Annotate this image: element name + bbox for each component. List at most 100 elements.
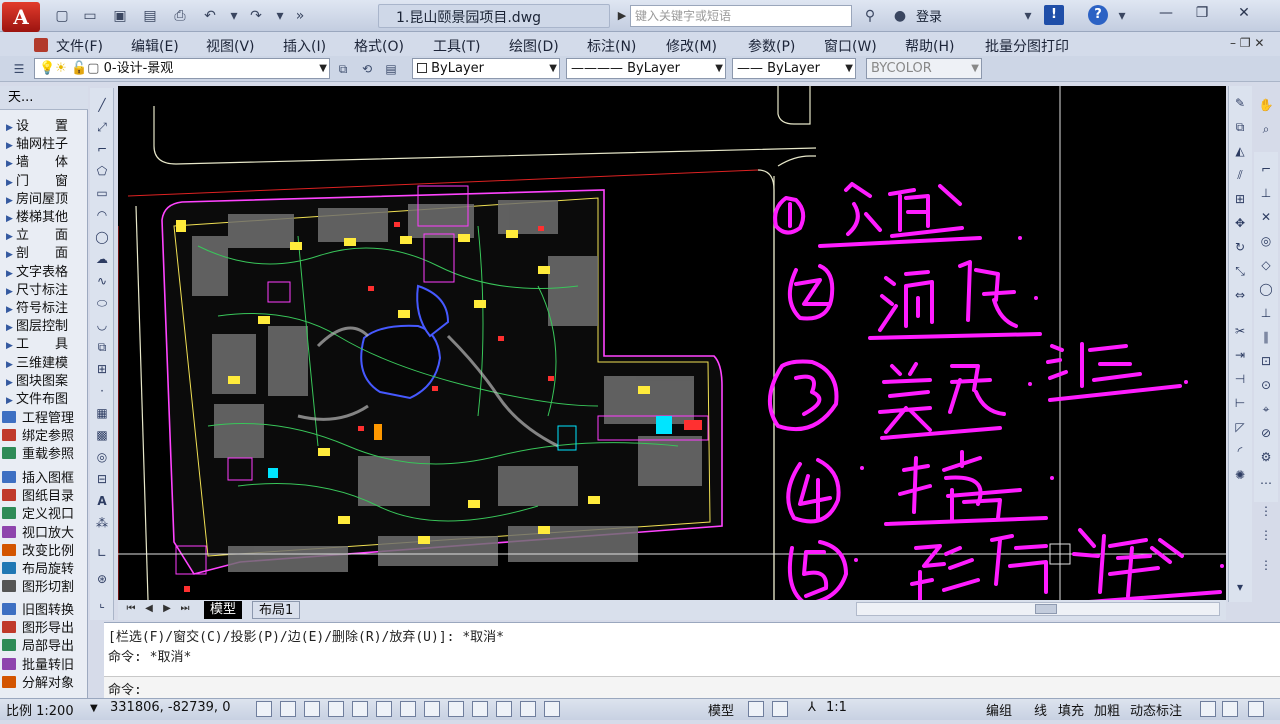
plotstyle-select[interactable]: BYCOLOR ▼ — [866, 58, 982, 79]
array-icon[interactable]: ⊞ — [1231, 190, 1249, 208]
revision-cloud-icon[interactable]: ☁ — [93, 250, 111, 268]
palette-item[interactable]: 改变比例 — [2, 543, 88, 561]
linetype-select[interactable]: ———— ByLayer ▼ — [566, 58, 726, 79]
toolbar-grip-icon-2[interactable]: ⋮ — [1257, 526, 1275, 544]
make-block-icon[interactable]: ⊞ — [93, 360, 111, 378]
snap-parallel-icon[interactable]: ∥ — [1257, 328, 1275, 346]
arc-icon[interactable]: ◠ — [93, 206, 111, 224]
infer-constraints-icon[interactable] — [256, 701, 272, 717]
spline-icon[interactable]: ∿ — [93, 272, 111, 290]
menu-window[interactable]: 窗口(W) — [824, 36, 877, 56]
construction-line-icon[interactable]: ⤢ — [93, 118, 111, 136]
make-current-icon[interactable]: ⧉ — [334, 60, 352, 78]
palette-item[interactable]: ▶ 文件布图 — [2, 391, 88, 409]
rotate-icon[interactable]: ↻ — [1231, 238, 1249, 256]
insert-block-icon[interactable]: ⧉ — [93, 338, 111, 356]
menu-tools[interactable]: 工具(T) — [433, 36, 480, 56]
menu-insert[interactable]: 插入(I) — [283, 36, 326, 56]
ortho-mode-icon[interactable] — [328, 701, 344, 717]
snap-tangent-icon[interactable]: ◯ — [1257, 280, 1275, 298]
annotation-scale-icon[interactable]: ⅄ — [808, 700, 816, 715]
trim-icon[interactable]: ✂ — [1231, 322, 1249, 340]
palette-item[interactable]: ▶ 设 置 — [2, 118, 88, 136]
erase-icon[interactable]: ✎ — [1231, 94, 1249, 112]
table-icon[interactable]: ⊟ — [93, 470, 111, 488]
status-line-toggle[interactable]: 线 — [1034, 700, 1047, 719]
add-selected-icon[interactable]: ⁂ — [93, 514, 111, 532]
status-group-toggle[interactable]: 编组 — [986, 700, 1012, 719]
isolate-objects-icon[interactable] — [1222, 701, 1238, 717]
scroll-thumb[interactable] — [1035, 604, 1057, 614]
palette-item[interactable]: 批量转旧 — [2, 657, 88, 675]
next-tab-icon[interactable]: ▶ — [160, 602, 174, 616]
snap-endpoint-icon[interactable]: ⌐ — [1257, 160, 1275, 178]
command-input[interactable] — [104, 676, 1280, 698]
menu-batch-plot[interactable]: 批量分图打印 — [985, 36, 1069, 56]
ucs-world-icon[interactable]: ⌞ — [93, 594, 111, 612]
snap-settings-icon[interactable]: ⚙ — [1257, 448, 1275, 466]
orbit-icon[interactable]: ⊛ — [93, 570, 111, 588]
snap-tracking-icon[interactable] — [424, 701, 440, 717]
last-tab-icon[interactable]: ⏭ — [178, 602, 192, 616]
undo-dropdown-icon[interactable]: ▾ — [224, 6, 244, 26]
snap-insert-icon[interactable]: ⊡ — [1257, 352, 1275, 370]
3d-snap-icon[interactable] — [400, 701, 416, 717]
undo-icon[interactable]: ↶ — [200, 6, 220, 26]
mirror-icon[interactable]: ◭ — [1231, 142, 1249, 160]
polyline-icon[interactable]: ⌐ — [93, 140, 111, 158]
rectangle-icon[interactable]: ▭ — [93, 184, 111, 202]
print-icon[interactable]: ⎙ — [170, 6, 190, 26]
snap-none-icon[interactable]: ⊘ — [1257, 424, 1275, 442]
login-dropdown-icon[interactable]: ▾ — [1018, 6, 1038, 26]
palette-item[interactable]: 局部导出 — [2, 638, 88, 656]
quick-view-icon[interactable] — [772, 701, 788, 717]
save-icon[interactable]: ▣ — [110, 6, 130, 26]
status-dynamic-dim-toggle[interactable]: 动态标注 — [1130, 700, 1182, 719]
snap-node-icon[interactable]: ⊙ — [1257, 376, 1275, 394]
search-input[interactable]: 键入关键字或短语 — [630, 5, 852, 27]
color-select[interactable]: ByLayer ▼ — [412, 58, 560, 79]
palette-item[interactable]: ▶ 图层控制 — [2, 318, 88, 336]
restore-icon[interactable]: ❐ — [1184, 2, 1220, 24]
drawing-canvas[interactable] — [118, 86, 1226, 600]
menu-edit[interactable]: 编辑(E) — [131, 36, 179, 56]
layer-select[interactable]: 💡☀ 🔓▢ 0-设计-景观 ▼ — [34, 58, 330, 79]
app-menu-button[interactable]: A — [2, 2, 40, 32]
menu-file[interactable]: 文件(F) — [56, 36, 103, 56]
palette-item[interactable]: ▶ 符号标注 — [2, 300, 88, 318]
info-center-icon[interactable]: ! — [1044, 5, 1064, 25]
horizontal-scrollbar[interactable] — [856, 602, 1220, 616]
minimize-icon[interactable]: — — [1148, 2, 1184, 24]
dynamic-input-icon[interactable] — [472, 701, 488, 717]
palette-item[interactable]: ▶ 墙 体 — [2, 154, 88, 172]
snap-nearest-icon[interactable]: ⌖ — [1257, 400, 1275, 418]
region-icon[interactable]: ◎ — [93, 448, 111, 466]
fillet-icon[interactable]: ◜ — [1231, 442, 1249, 460]
palette-item[interactable]: ▶ 三维建模 — [2, 355, 88, 373]
menu-view[interactable]: 视图(V) — [206, 36, 255, 56]
annotation-scale[interactable]: 1:1 — [826, 700, 847, 715]
snap-perpendicular-icon[interactable]: ⊥ — [1257, 304, 1275, 322]
help-dropdown-icon[interactable]: ▾ — [1112, 6, 1132, 26]
layer-properties-icon[interactable]: ☰ — [10, 60, 28, 78]
palette-item[interactable]: 定义视口 — [2, 506, 88, 524]
close-icon[interactable]: ✕ — [1226, 2, 1262, 24]
scale-dropdown-icon[interactable]: ▼ — [90, 703, 98, 714]
dynamic-ucs-icon[interactable] — [448, 701, 464, 717]
palette-item[interactable]: 分解对象 — [2, 675, 88, 693]
snap-center-icon[interactable]: ◎ — [1257, 232, 1275, 250]
palette-item[interactable]: 布局旋转 — [2, 561, 88, 579]
menu-dimension[interactable]: 标注(N) — [587, 36, 636, 56]
line-icon[interactable]: ╱ — [93, 96, 111, 114]
palette-item[interactable]: 视口放大 — [2, 525, 88, 543]
tab-layout1[interactable]: 布局1 — [252, 601, 301, 619]
snap-intersection-icon[interactable]: ✕ — [1257, 208, 1275, 226]
ellipse-icon[interactable]: ⬭ — [93, 294, 111, 312]
layer-state-icon[interactable]: ▤ — [382, 60, 400, 78]
binoculars-icon[interactable]: ⚲ — [860, 6, 880, 26]
first-tab-icon[interactable]: ⏮ — [124, 602, 138, 616]
ellipse-arc-icon[interactable]: ◡ — [93, 316, 111, 334]
ucs-icon[interactable]: ∟ — [93, 544, 111, 562]
palette-item[interactable]: 图形切割 — [2, 579, 88, 597]
palette-item[interactable]: ▶ 图块图案 — [2, 373, 88, 391]
